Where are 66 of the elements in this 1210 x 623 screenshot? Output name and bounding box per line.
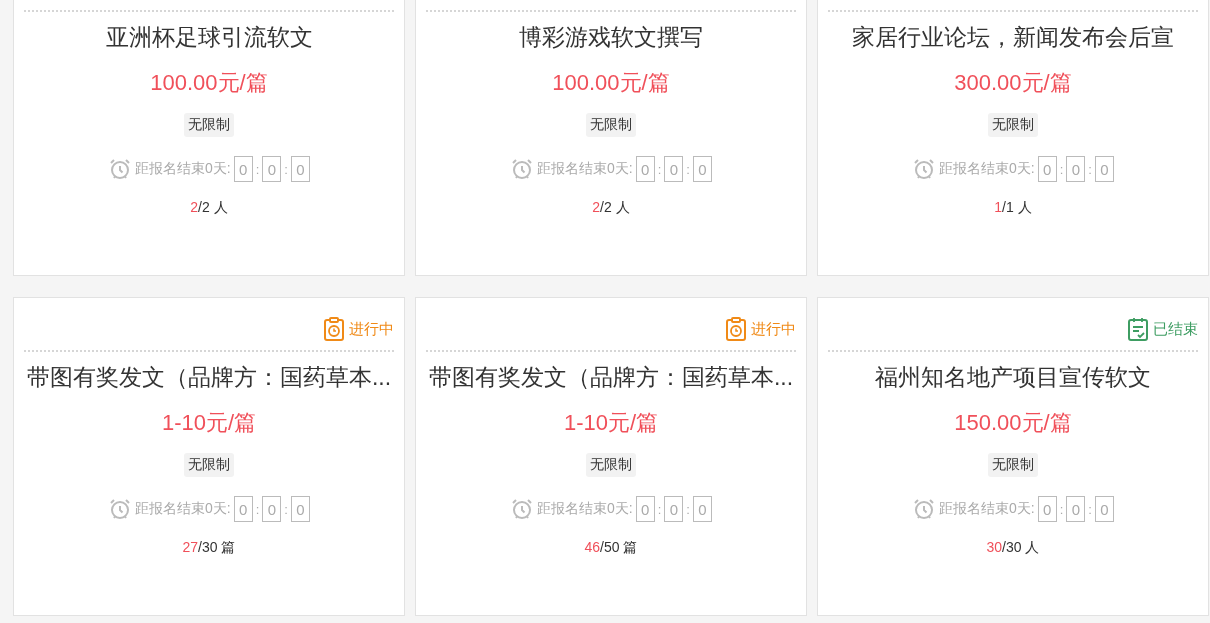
limit-tag: 无限制 [988, 113, 1038, 137]
countdown-label: 距报名结束0天: [135, 500, 231, 518]
seconds-digit: 0 [692, 496, 712, 522]
time-separator: : [657, 501, 662, 517]
participant-count: 1/1 人 [994, 199, 1032, 217]
seconds-digit: 0 [290, 156, 310, 182]
time-separator: : [255, 161, 260, 177]
participant-count: 2/2 人 [190, 199, 228, 217]
task-title[interactable]: 带图有奖发文（品牌方：国药草本... [26, 362, 392, 392]
task-price: 100.00元/篇 [150, 69, 268, 97]
hours-digit: 0 [233, 156, 253, 182]
timer-clipboard-icon [323, 317, 345, 341]
hours-digit: 0 [635, 156, 655, 182]
minutes-digit: 0 [664, 156, 684, 182]
task-price: 1-10元/篇 [161, 409, 257, 437]
time-separator: : [1088, 501, 1092, 517]
hours-digit: 0 [233, 496, 253, 522]
limit-tag: 无限制 [586, 113, 636, 137]
task-price: 1-10元/篇 [563, 409, 659, 437]
participant-count: 30/30 人 [986, 539, 1040, 557]
minutes-digit: 0 [1066, 496, 1086, 522]
time-separator: : [284, 161, 288, 177]
time-separator: : [686, 161, 690, 177]
participant-count: 27/30 篇 [182, 539, 236, 557]
seconds-digit: 0 [290, 496, 310, 522]
time-separator: : [255, 501, 260, 517]
limit-tag: 无限制 [184, 453, 234, 477]
time-separator: : [686, 501, 690, 517]
countdown-label: 距报名结束0天: [939, 500, 1035, 518]
limit-tag: 无限制 [988, 453, 1038, 477]
task-price: 100.00元/篇 [552, 69, 670, 97]
task-title[interactable]: 亚洲杯足球引流软文 [105, 22, 313, 52]
task-title[interactable]: 博彩游戏软文撰写 [519, 22, 703, 52]
countdown-label: 距报名结束0天: [135, 160, 231, 178]
limit-tag: 无限制 [184, 113, 234, 137]
countdown-label: 距报名结束0天: [939, 160, 1035, 178]
timer-clipboard-icon [725, 317, 747, 341]
hours-digit: 0 [1037, 156, 1057, 182]
minutes-digit: 0 [664, 496, 684, 522]
seconds-digit: 0 [1094, 156, 1114, 182]
time-separator: : [284, 501, 288, 517]
task-title[interactable]: 福州知名地产项目宣传软文 [875, 362, 1151, 392]
checklist-icon [1127, 317, 1149, 341]
minutes-digit: 0 [262, 156, 282, 182]
status-label: 进行中 [349, 319, 394, 339]
limit-tag: 无限制 [586, 453, 636, 477]
task-title[interactable]: 家居行业论坛，新闻发布会后宣 [852, 22, 1174, 52]
participant-count: 46/50 篇 [584, 539, 638, 557]
hours-digit: 0 [635, 496, 655, 522]
time-separator: : [1059, 501, 1064, 517]
time-separator: : [657, 161, 662, 177]
countdown-label: 距报名结束0天: [537, 500, 633, 518]
status-label: 进行中 [751, 319, 796, 339]
task-price: 150.00元/篇 [954, 409, 1072, 437]
minutes-digit: 0 [262, 496, 282, 522]
task-title[interactable]: 带图有奖发文（品牌方：国药草本... [428, 362, 794, 392]
participant-count: 2/2 人 [592, 199, 630, 217]
minutes-digit: 0 [1066, 156, 1086, 182]
status-label: 已结束 [1153, 319, 1198, 339]
hours-digit: 0 [1037, 496, 1057, 522]
seconds-digit: 0 [1094, 496, 1114, 522]
seconds-digit: 0 [692, 156, 712, 182]
time-separator: : [1088, 161, 1092, 177]
countdown-label: 距报名结束0天: [537, 160, 633, 178]
time-separator: : [1059, 161, 1064, 177]
task-price: 300.00元/篇 [954, 69, 1072, 97]
